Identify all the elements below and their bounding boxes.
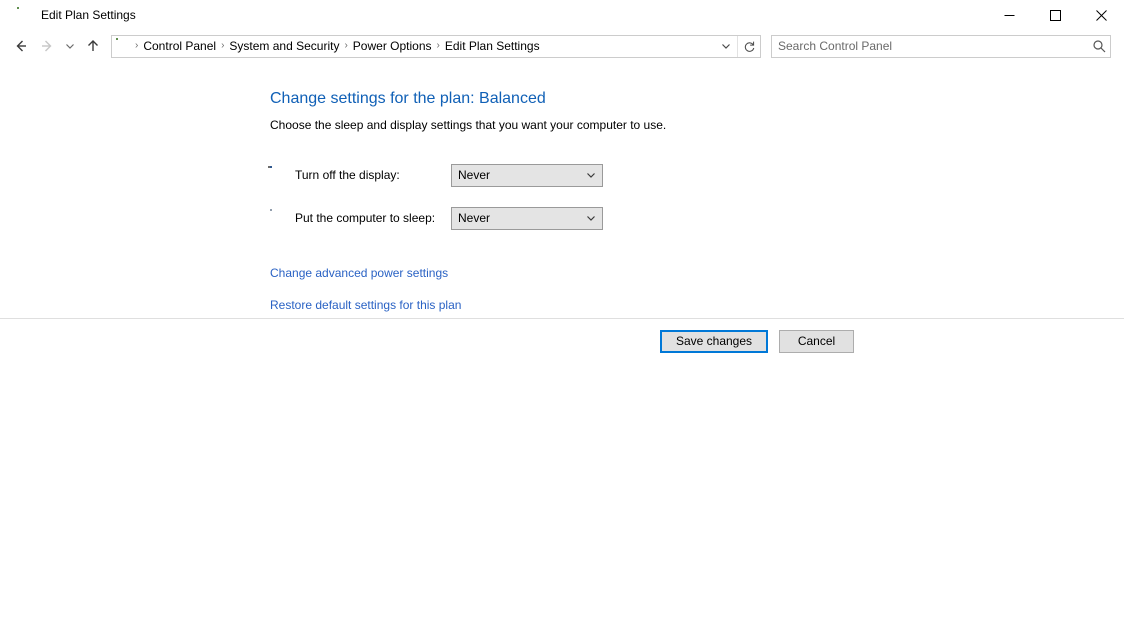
page-title: Change settings for the plan: Balanced	[270, 90, 546, 107]
up-level-button[interactable]	[80, 33, 106, 59]
chevron-down-icon[interactable]	[580, 212, 602, 224]
save-changes-button[interactable]: Save changes	[660, 330, 768, 353]
search-input[interactable]	[772, 39, 1088, 53]
turn-off-display-value: Never	[458, 168, 491, 183]
maximize-button[interactable]	[1032, 0, 1078, 30]
minimize-button[interactable]	[986, 0, 1032, 30]
chevron-down-icon	[66, 44, 74, 49]
address-power-options-icon	[116, 38, 132, 54]
put-computer-to-sleep-value: Never	[458, 211, 491, 226]
address-dropdown-button[interactable]	[715, 36, 737, 57]
links-section: Change advanced power settings Restore d…	[270, 266, 1124, 312]
refresh-icon	[744, 41, 754, 52]
forward-button[interactable]	[34, 33, 60, 59]
arrow-left-icon	[16, 40, 26, 52]
main-content: Change settings for the plan: Balanced C…	[0, 62, 1124, 312]
setting-row-put-computer-to-sleep: Put the computer to sleep: Never	[270, 206, 1124, 230]
breadcrumb-item-control-panel[interactable]: Control Panel	[139, 39, 220, 53]
navigation-bar: › Control Panel › System and Security › …	[0, 30, 1124, 62]
arrow-right-icon	[42, 40, 52, 52]
breadcrumb: › Control Panel › System and Security › …	[134, 39, 715, 53]
refresh-button[interactable]	[737, 35, 760, 57]
search-box[interactable]	[771, 34, 1111, 58]
footer-divider	[0, 318, 1124, 319]
close-icon	[1095, 9, 1107, 21]
put-computer-to-sleep-label: Put the computer to sleep:	[295, 211, 436, 226]
change-advanced-power-settings-link[interactable]: Change advanced power settings	[270, 266, 448, 280]
breadcrumb-item-system-and-security[interactable]: System and Security	[225, 39, 343, 53]
footer-actions: Save changes Cancel	[0, 330, 1124, 354]
display-clock-icon	[268, 166, 288, 184]
cancel-button[interactable]: Cancel	[779, 330, 854, 353]
maximize-icon	[1049, 9, 1061, 21]
turn-off-display-label: Turn off the display:	[295, 168, 400, 183]
arrow-up-icon	[88, 40, 98, 51]
sleep-moon-icon	[270, 209, 288, 227]
breadcrumb-item-power-options[interactable]: Power Options	[349, 39, 436, 53]
chevron-down-icon	[722, 44, 730, 49]
power-options-icon	[17, 6, 34, 24]
recent-locations-button[interactable]	[60, 33, 80, 59]
breadcrumb-item-edit-plan-settings[interactable]: Edit Plan Settings	[441, 39, 544, 53]
window-controls	[986, 0, 1124, 30]
chevron-down-icon[interactable]	[580, 169, 602, 181]
setting-row-turn-off-display: Turn off the display: Never	[268, 163, 1124, 187]
window-title: Edit Plan Settings	[41, 8, 136, 22]
address-bar[interactable]: › Control Panel › System and Security › …	[111, 34, 761, 58]
title-bar: Edit Plan Settings	[0, 0, 1124, 30]
restore-default-settings-link[interactable]: Restore default settings for this plan	[270, 298, 461, 312]
minimize-icon	[1004, 14, 1014, 16]
put-computer-to-sleep-select[interactable]: Never	[451, 206, 603, 230]
page-subtitle: Choose the sleep and display settings th…	[270, 118, 667, 133]
close-button[interactable]	[1078, 0, 1124, 30]
back-button[interactable]	[8, 33, 34, 59]
search-icon[interactable]	[1088, 39, 1110, 53]
turn-off-display-select[interactable]: Never	[451, 163, 603, 187]
